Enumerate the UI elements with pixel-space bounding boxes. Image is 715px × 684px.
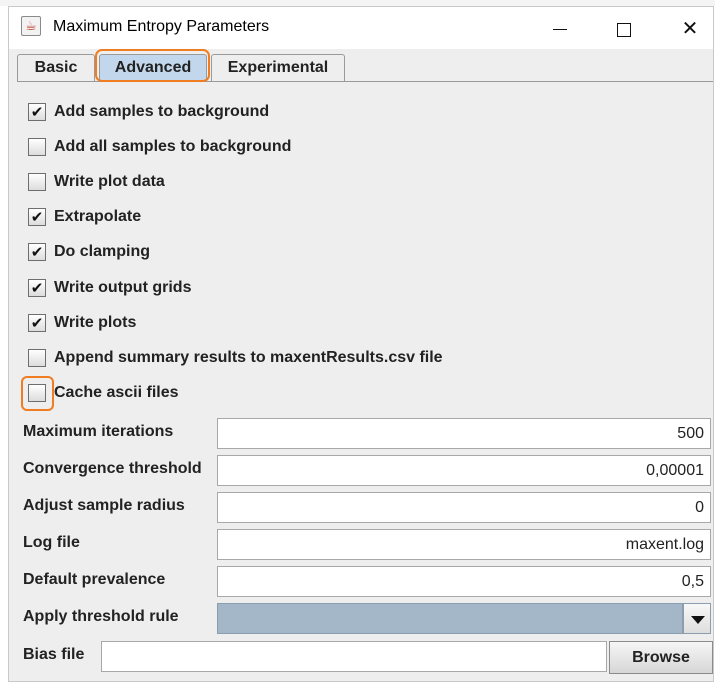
checkbox-row-do-clamping[interactable]: ✔ Do clamping	[28, 240, 150, 264]
checkbox-row-add-samples[interactable]: ✔ Add samples to background	[28, 100, 269, 124]
bias-file-input[interactable]	[101, 641, 607, 672]
checkbox-label: Do clamping	[54, 243, 151, 260]
minimize-icon	[553, 29, 567, 30]
threshold-rule-select[interactable]	[217, 603, 683, 634]
checkbox-label: Cache ascii files	[54, 384, 179, 401]
checkbox-label: Append summary results to maxentResults.…	[54, 349, 443, 366]
checkbox-label: Write plots	[54, 314, 137, 331]
checkbox-add-samples[interactable]: ✔	[28, 103, 46, 121]
checkbox-row-write-plots[interactable]: ✔ Write plots	[28, 311, 136, 335]
checkbox-write-plot-data[interactable]	[28, 173, 46, 191]
checkbox-cache-ascii[interactable]	[28, 384, 46, 402]
field-row-default-prevalence: Default prevalence 0,5	[17, 564, 713, 598]
checkbox-row-add-all-samples[interactable]: Add all samples to background	[28, 135, 291, 159]
log-file-input[interactable]: maxent.log	[217, 529, 711, 560]
checkbox-append-summary[interactable]	[28, 349, 46, 367]
tab-bar: Basic Advanced Experimental	[9, 49, 713, 83]
threshold-rule-dropdown-button[interactable]	[683, 603, 711, 634]
checkbox-row-extrapolate[interactable]: ✔ Extrapolate	[28, 205, 141, 229]
field-label: Bias file	[23, 646, 85, 663]
checkbox-write-plots[interactable]: ✔	[28, 314, 46, 332]
tab-experimental[interactable]: Experimental	[211, 54, 345, 81]
field-row-max-iterations: Maximum iterations 500	[17, 416, 713, 450]
field-label: Default prevalence	[23, 571, 166, 588]
window-title: Maximum Entropy Parameters	[53, 18, 270, 35]
browse-button[interactable]: Browse	[609, 641, 713, 674]
field-row-threshold-rule: Apply threshold rule	[17, 601, 713, 635]
chevron-down-icon	[691, 616, 705, 624]
checkbox-label: Write plot data	[54, 173, 165, 190]
title-bar: ☕ Maximum Entropy Parameters ✕	[9, 7, 713, 49]
field-label: Maximum iterations	[23, 423, 174, 440]
tab-basic[interactable]: Basic	[17, 54, 95, 81]
field-label: Convergence threshold	[23, 460, 202, 477]
checkbox-row-write-output-grids[interactable]: ✔ Write output grids	[28, 276, 191, 300]
java-app-icon: ☕	[21, 16, 41, 36]
checkbox-row-cache-ascii[interactable]: Cache ascii files	[28, 381, 179, 405]
close-icon: ✕	[681, 16, 699, 40]
maximize-icon	[617, 22, 631, 37]
field-row-convergence-threshold: Convergence threshold 0,00001	[17, 453, 713, 487]
checkbox-row-write-plot-data[interactable]: Write plot data	[28, 170, 165, 194]
default-prevalence-input[interactable]: 0,5	[217, 566, 711, 597]
checkbox-label: Extrapolate	[54, 208, 142, 225]
checkbox-add-all-samples[interactable]	[28, 138, 46, 156]
checkbox-extrapolate[interactable]: ✔	[28, 208, 46, 226]
checkbox-label: Write output grids	[54, 279, 192, 296]
checkbox-label: Add samples to background	[54, 103, 270, 120]
field-label: Apply threshold rule	[23, 608, 179, 625]
checkbox-row-append-summary[interactable]: Append summary results to maxentResults.…	[28, 346, 443, 370]
maximize-button[interactable]	[601, 7, 647, 49]
close-button[interactable]: ✕	[667, 7, 713, 49]
checkbox-do-clamping[interactable]: ✔	[28, 243, 46, 261]
field-label: Log file	[23, 534, 80, 551]
field-row-sample-radius: Adjust sample radius 0	[17, 490, 713, 524]
sample-radius-input[interactable]: 0	[217, 492, 711, 523]
field-label: Adjust sample radius	[23, 497, 185, 514]
field-row-log-file: Log file maxent.log	[17, 527, 713, 561]
convergence-threshold-input[interactable]: 0,00001	[217, 455, 711, 486]
checkbox-label: Add all samples to background	[54, 138, 292, 155]
tab-advanced[interactable]: Advanced	[99, 54, 207, 81]
max-iterations-input[interactable]: 500	[217, 418, 711, 449]
minimize-button[interactable]	[537, 7, 583, 49]
tab-divider	[17, 81, 713, 82]
checkbox-write-output-grids[interactable]: ✔	[28, 279, 46, 297]
maxent-parameters-window: ☕ Maximum Entropy Parameters ✕ Basic Adv…	[8, 6, 714, 682]
field-row-bias-file: Bias file Browse	[17, 639, 713, 674]
